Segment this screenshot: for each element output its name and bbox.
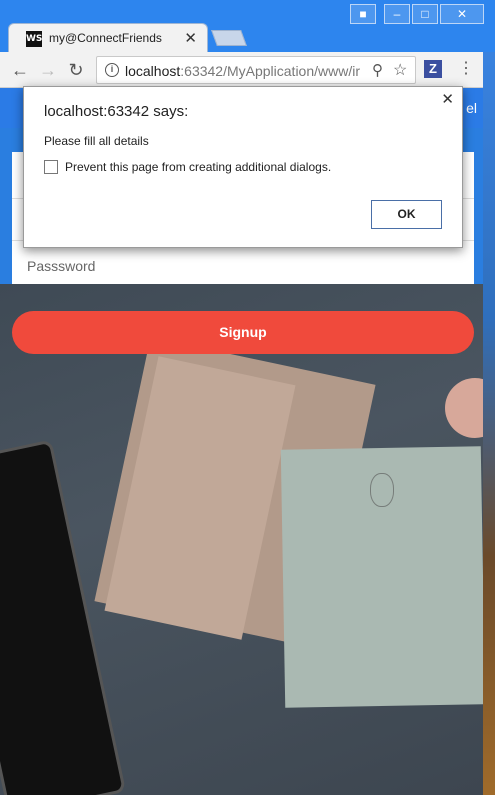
menu-icon[interactable]: ⋮ bbox=[458, 58, 474, 78]
header-cancel-link[interactable]: el bbox=[466, 100, 477, 116]
browser-toolbar: ← → ↻ i localhost:63342/MyApplication/ww… bbox=[0, 52, 483, 88]
alert-dialog: localhost:63342 says: ✕ Please fill all … bbox=[23, 86, 463, 248]
user-icon[interactable]: ■ bbox=[350, 4, 376, 24]
ok-button[interactable]: OK bbox=[371, 200, 442, 229]
dialog-title: localhost:63342 says: bbox=[44, 103, 189, 120]
minimize-button[interactable]: – bbox=[384, 4, 410, 24]
new-tab-button[interactable] bbox=[211, 30, 247, 46]
prevent-dialogs-checkbox[interactable] bbox=[44, 160, 58, 174]
title-bar: ■ – □ ✕ WS my@ConnectFriends ✕ bbox=[0, 0, 495, 53]
window-edge bbox=[483, 0, 495, 795]
maximize-button[interactable]: □ bbox=[412, 4, 438, 24]
address-bar[interactable]: i localhost:63342/MyApplication/www/ir ⚲… bbox=[96, 56, 416, 84]
tab-active[interactable]: WS my@ConnectFriends ✕ bbox=[8, 23, 208, 53]
close-window-button[interactable]: ✕ bbox=[440, 4, 484, 24]
webstorm-favicon-icon: WS bbox=[26, 31, 42, 47]
tab-title: my@ConnectFriends bbox=[49, 31, 162, 45]
url-host: localhost bbox=[125, 63, 181, 79]
forward-icon[interactable]: → bbox=[36, 58, 60, 82]
password-field[interactable]: Passsword bbox=[27, 258, 95, 274]
url-path: :63342/MyApplication/www/ir bbox=[180, 63, 361, 79]
info-icon[interactable]: i bbox=[105, 63, 119, 77]
back-icon[interactable]: ← bbox=[8, 58, 32, 82]
signup-button[interactable]: Signup bbox=[12, 311, 474, 354]
dialog-close-icon[interactable]: ✕ bbox=[441, 90, 454, 108]
bookmark-star-icon[interactable]: ☆ bbox=[393, 60, 407, 80]
url-text: localhost:63342/MyApplication/www/ir bbox=[125, 63, 365, 79]
tab-close-icon[interactable]: ✕ bbox=[184, 29, 197, 47]
reload-icon[interactable]: ↻ bbox=[64, 58, 88, 82]
zoom-icon[interactable]: ⚲ bbox=[372, 61, 383, 79]
prevent-dialogs-label[interactable]: Prevent this page from creating addition… bbox=[65, 160, 331, 174]
seal-image bbox=[370, 473, 394, 507]
extension-z-icon[interactable]: Z bbox=[424, 60, 442, 78]
dialog-message: Please fill all details bbox=[44, 134, 149, 148]
